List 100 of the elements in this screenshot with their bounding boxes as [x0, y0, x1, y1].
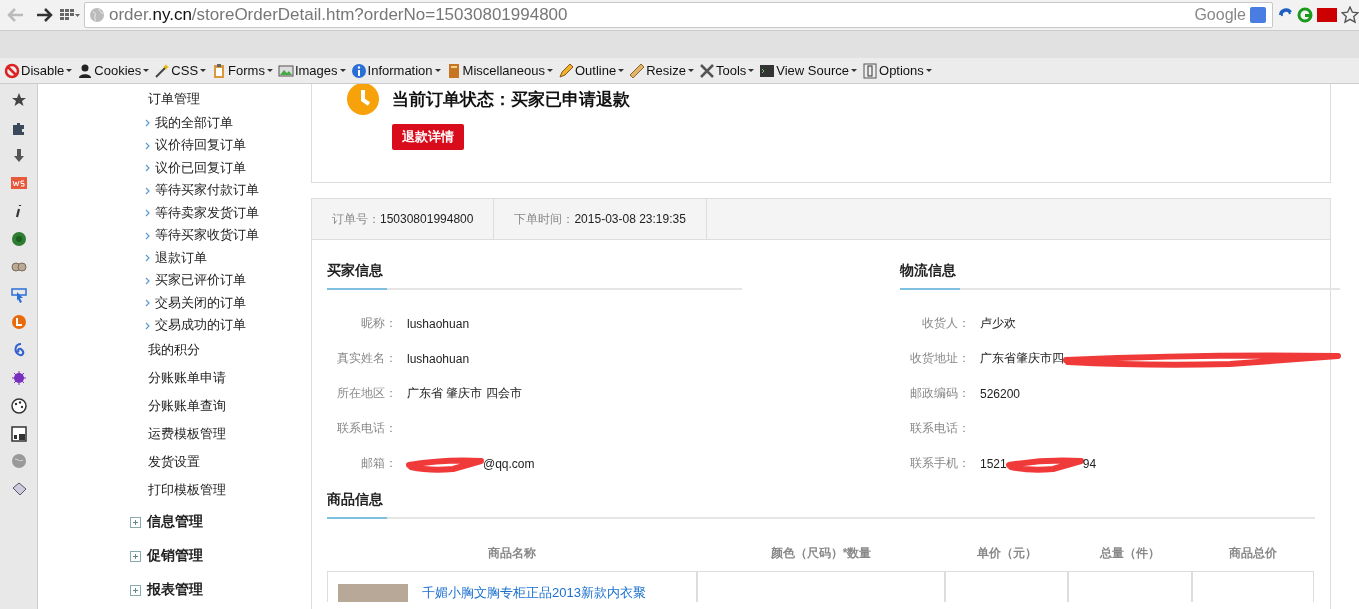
sidebar-section[interactable]: 信息管理	[147, 513, 203, 531]
sidebar-item[interactable]: 交易成功的订单	[155, 317, 246, 335]
field-value: 卢少欢	[980, 315, 1016, 332]
ws-icon[interactable]	[10, 175, 27, 192]
address-field[interactable]: order.ny.cn/storeOrderDetail.htm?orderNo=15030801994800 Google	[84, 2, 1273, 28]
toolbar-menu[interactable]: CSS	[171, 63, 199, 78]
field-value: 526200	[980, 386, 1021, 401]
product-photo-placeholder	[338, 584, 408, 602]
field-label: 联系手机：	[909, 455, 971, 472]
field-value: 2015-03-08 23:19:35	[574, 212, 686, 226]
search-engine-label: Google	[1194, 6, 1246, 24]
sidebar-item[interactable]: 运费模板管理	[38, 421, 311, 449]
field-label: 邮政编码：	[909, 385, 971, 402]
field-label: 联系电话：	[909, 420, 971, 437]
sidebar-item[interactable]: 我的积分	[38, 337, 311, 365]
column-header: 单价（元）	[975, 545, 1038, 562]
sidebar-section[interactable]: 促销管理	[147, 547, 203, 565]
clock-icon	[346, 84, 380, 116]
column-header: 颜色（尺码）*数量	[769, 545, 873, 562]
bookmark-star-icon[interactable]	[1341, 6, 1359, 24]
sidebar-item[interactable]: 发货设置	[38, 449, 311, 477]
caret-icon	[339, 69, 346, 72]
expand-icon[interactable]	[130, 516, 141, 528]
field-label: 邮箱：	[360, 455, 398, 472]
chevron-icon	[145, 186, 150, 195]
star-icon[interactable]	[10, 92, 27, 108]
toolbar-menu[interactable]: Information	[367, 63, 433, 78]
sidebar-item[interactable]: 分账账单查询	[38, 393, 311, 421]
expand-icon[interactable]	[130, 550, 141, 562]
extension-icon[interactable]	[1297, 7, 1313, 23]
url-text: order.ny.cn/storeOrderDetail.htm?orderNo=15030801994800	[109, 5, 569, 25]
column-header: 总量（件）	[1098, 545, 1161, 562]
toolbar-menu[interactable]: Tools	[715, 63, 747, 78]
sidebar-item[interactable]: 议价待回复订单	[155, 137, 246, 155]
sidebar-item[interactable]: 等待买家付款订单	[155, 182, 259, 200]
caret-icon	[434, 69, 441, 72]
prohibited-icon	[4, 62, 20, 79]
field-label: 收货地址：	[909, 350, 971, 367]
eraser-icon[interactable]	[10, 481, 27, 498]
globe-icon	[89, 7, 105, 23]
toolbar-menu[interactable]: Cookies	[94, 63, 142, 78]
toolbar-menu[interactable]: Options	[879, 63, 924, 78]
ruler-icon	[629, 62, 646, 79]
sidebar-item[interactable]: 退款订单	[155, 249, 207, 267]
l-circle-icon[interactable]	[10, 314, 27, 331]
column-header: 商品名称	[487, 545, 537, 562]
chevron-icon	[145, 321, 150, 330]
toolbar-menu[interactable]: View Source	[776, 63, 850, 78]
bug-icon[interactable]	[10, 369, 27, 386]
caret-icon	[546, 69, 553, 72]
chevron-icon	[145, 276, 150, 285]
sidebar-section[interactable]: 报表管理	[147, 581, 203, 599]
layout-icon[interactable]	[10, 425, 27, 442]
person-icon	[77, 62, 94, 79]
field-value: 广东省 肇庆市 四会市	[407, 385, 522, 402]
expand-icon[interactable]	[130, 584, 141, 596]
tools-icon	[698, 62, 715, 79]
refund-details-button[interactable]: 退款详情	[392, 124, 464, 150]
sphere-icon[interactable]	[10, 231, 27, 247]
field-label: 订单号：	[332, 210, 380, 228]
sidebar-item[interactable]: 买家已评价订单	[155, 272, 246, 290]
sidebar-item[interactable]: 交易关闭的订单	[155, 294, 246, 312]
sidebar-item[interactable]: 分账账单申请	[38, 365, 311, 393]
caret-icon	[687, 69, 694, 72]
chevron-icon	[145, 254, 150, 263]
info-icon	[350, 62, 367, 79]
sidebar-item[interactable]: 等待买家收货订单	[155, 227, 259, 245]
section-title: 买家信息	[327, 262, 384, 280]
toolbar-menu[interactable]: Outline	[574, 63, 617, 78]
toolbar-menu[interactable]: Resize	[646, 63, 686, 78]
caret-icon	[925, 69, 932, 72]
field-value: lushaohuan	[407, 351, 470, 366]
toolbar-menu[interactable]: Images	[294, 63, 338, 78]
column-header: 商品总价	[1228, 545, 1278, 562]
apps-icon[interactable]	[60, 8, 80, 22]
caret-icon	[200, 69, 207, 72]
sidebar-item[interactable]: 订单管理	[38, 86, 311, 112]
sidebar-item[interactable]: 议价已回复订单	[155, 159, 246, 177]
toolbar-menu[interactable]: Disable	[21, 63, 65, 78]
forward-button[interactable]	[35, 7, 53, 23]
pointer-icon[interactable]	[10, 286, 27, 303]
chevron-icon	[145, 209, 150, 218]
caret-icon	[143, 69, 150, 72]
sidebar-item[interactable]: 打印模板管理	[38, 477, 311, 505]
field-label: 收货人：	[921, 315, 971, 332]
sidebar-item[interactable]: 等待卖家发货订单	[155, 204, 259, 222]
field-value: 15030801994800	[380, 212, 474, 226]
field-value: 94	[1082, 456, 1097, 471]
terminal-icon	[759, 62, 776, 79]
field-value: @qq.com	[483, 456, 535, 471]
panel-icon	[862, 62, 879, 79]
chevron-icon	[145, 119, 150, 128]
field-value: lushaohuan	[407, 316, 470, 331]
field-label: 所在地区：	[336, 385, 398, 402]
wand-icon	[154, 62, 171, 79]
field-label: 下单时间：	[514, 210, 575, 228]
sidebar-item[interactable]: 我的全部订单	[155, 114, 233, 132]
palette-icon[interactable]	[10, 397, 27, 414]
toolbar-menu[interactable]: Miscellaneous	[462, 63, 545, 78]
toolbar-menu[interactable]: Forms	[228, 63, 265, 78]
